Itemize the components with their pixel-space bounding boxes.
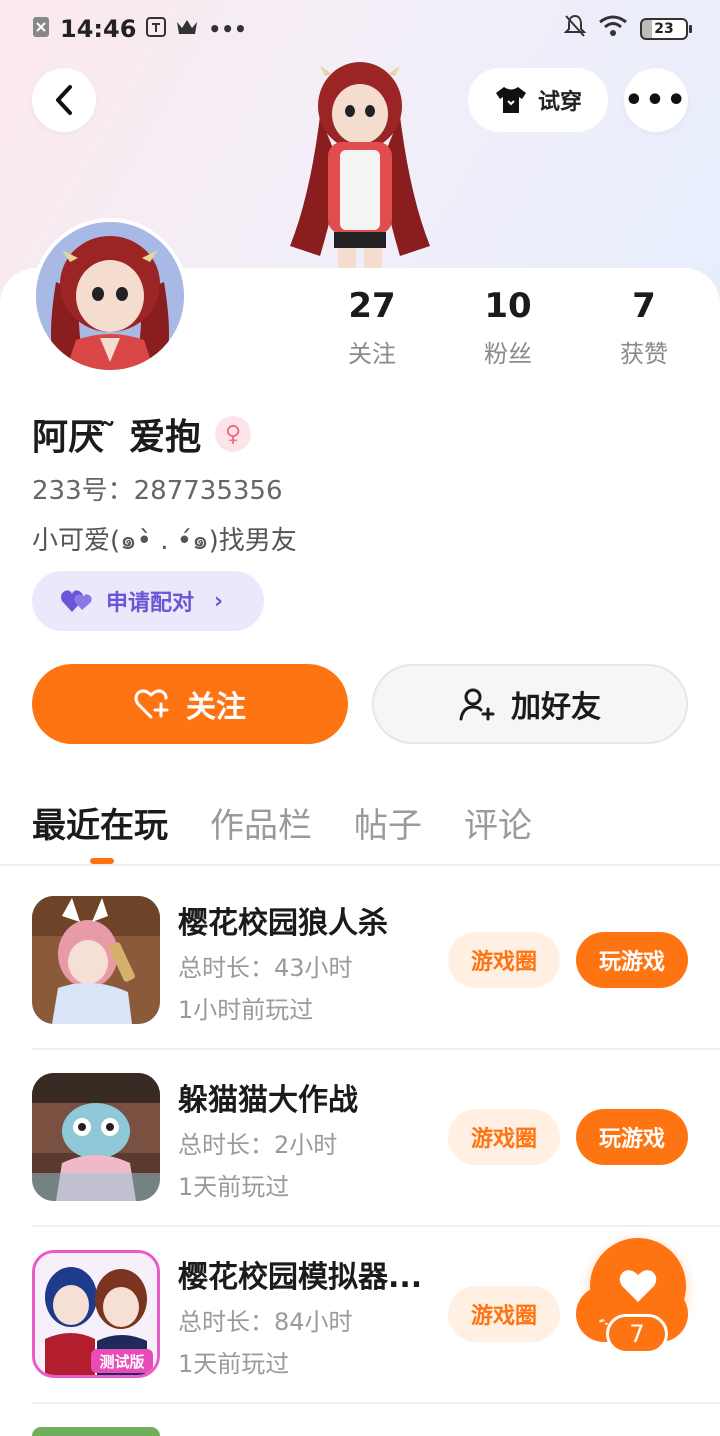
game-last-played: 1天前玩过: [178, 1173, 290, 1201]
like-count-badge: 7: [606, 1314, 668, 1354]
stat-following[interactable]: 27 关注: [312, 286, 432, 369]
game-total-time: 总时长：43小时: [178, 954, 353, 982]
follow-button[interactable]: 关注: [32, 664, 348, 744]
app-notification-icon: [146, 16, 167, 42]
profile-tabs: 最近在玩 作品栏 帖子 评论: [32, 798, 574, 858]
game-name: 樱花校园模拟器...: [178, 1260, 423, 1295]
stat-label: 关注: [348, 340, 396, 368]
female-gender-icon: ♀: [215, 416, 252, 452]
game-circle-button[interactable]: 游戏圈: [448, 1286, 560, 1342]
tab-posts[interactable]: 帖子: [354, 798, 422, 858]
game-circle-button[interactable]: 游戏圈: [448, 932, 560, 988]
status-bar: 14:46 ••• 23: [0, 0, 720, 58]
tab-recently-played[interactable]: 最近在玩: [32, 798, 168, 858]
add-friend-label: 加好友: [511, 690, 601, 725]
status-time: 14:46: [60, 15, 137, 43]
username: 阿厌 ̃ 爱抱: [32, 417, 202, 458]
stat-label: 粉丝: [484, 340, 532, 368]
username-row: 阿厌 ̃ 爱抱 ♀: [32, 408, 252, 460]
test-version-badge: 测试版: [99, 1353, 144, 1371]
avatar[interactable]: [32, 218, 188, 374]
add-friend-button[interactable]: 加好友: [372, 664, 688, 744]
game-icon-partial: [32, 1427, 160, 1436]
follow-label: 关注: [186, 690, 246, 725]
shirt-icon: [495, 87, 526, 113]
game-circle-button[interactable]: 游戏圈: [448, 1109, 560, 1165]
chevron-right-icon: ›: [214, 588, 224, 614]
list-item[interactable]: 樱花校园狼人杀 总时长：43小时 1小时前玩过 游戏圈 玩游戏: [32, 896, 720, 1072]
stat-value: 27: [348, 286, 396, 326]
game-name: 躲猫猫大作战: [178, 1083, 358, 1118]
back-button[interactable]: [32, 68, 96, 132]
apply-match-label: 申请配对: [106, 591, 195, 616]
mute-bell-icon: [563, 14, 587, 44]
stat-value: 7: [632, 286, 656, 326]
wifi-icon: [598, 15, 628, 43]
stat-followers[interactable]: 10 粉丝: [448, 286, 568, 369]
tab-divider: [0, 864, 720, 866]
stat-label: 获赞: [620, 340, 668, 368]
more-options-button[interactable]: •••: [624, 68, 688, 132]
list-item[interactable]: 躲猫猫大作战 总时长：2小时 1天前玩过 游戏圈 玩游戏: [32, 1073, 720, 1249]
chevron-left-icon: [56, 85, 72, 115]
crown-icon: [176, 17, 198, 41]
notification-close-icon: [32, 16, 50, 43]
game-last-played: 1天前玩过: [178, 1350, 290, 1378]
apply-match-button[interactable]: 申请配对 ›: [32, 571, 264, 631]
row-divider: [32, 1225, 720, 1227]
battery-icon: 23: [640, 18, 692, 40]
more-dots-icon: •••: [624, 82, 688, 118]
game-icon: [32, 896, 160, 1024]
heart-icon: [619, 1270, 657, 1302]
more-notifications-icon: •••: [208, 17, 247, 41]
game-total-time: 总时长：2小时: [178, 1131, 338, 1159]
stat-value: 10: [484, 286, 532, 326]
battery-level: 23: [654, 21, 674, 37]
try-on-label: 试穿: [537, 90, 582, 115]
game-name: 樱花校园狼人杀: [178, 906, 388, 941]
heart-plus-icon: [134, 689, 169, 719]
tab-comments[interactable]: 评论: [464, 798, 532, 858]
hearts-icon: [61, 590, 92, 612]
tab-works[interactable]: 作品栏: [210, 798, 312, 858]
add-user-icon: [459, 688, 495, 721]
row-divider: [32, 1048, 720, 1050]
game-total-time: 总时长：84小时: [178, 1308, 353, 1336]
user-bio: 小可爱(๑•̀ . •́๑)找男友: [32, 526, 297, 556]
gender-symbol: ♀: [225, 421, 242, 447]
game-last-played: 1小时前玩过: [178, 996, 314, 1024]
stat-likes[interactable]: 7 获赞: [584, 286, 704, 369]
try-on-button[interactable]: 试穿: [468, 68, 608, 132]
row-divider: [32, 1402, 720, 1404]
play-game-button[interactable]: 玩游戏: [576, 932, 688, 988]
play-game-button[interactable]: 玩游戏: [576, 1109, 688, 1165]
game-icon: [32, 1073, 160, 1201]
user-id: 233号：287735356: [32, 476, 283, 506]
game-icon: 测试版: [32, 1250, 160, 1378]
profile-stats: 27 关注 10 粉丝 7 获赞: [300, 286, 720, 376]
avatar-character-figure: [280, 56, 440, 268]
